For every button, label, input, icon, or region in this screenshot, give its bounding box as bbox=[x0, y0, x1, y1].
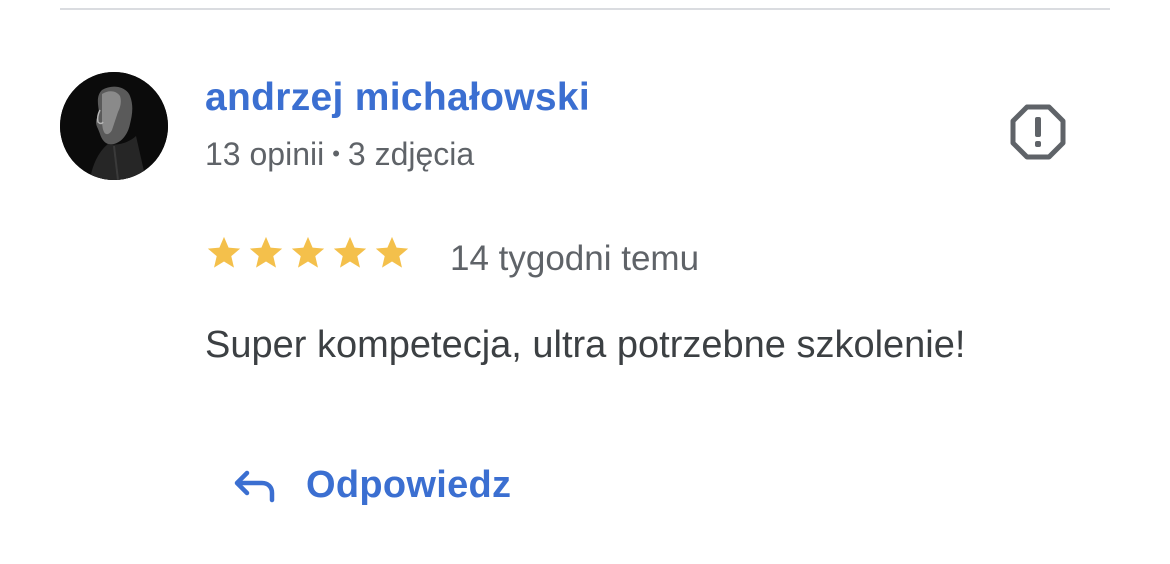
review-card: andrzej michałowski 13 opinii • 3 zdjęcia … bbox=[0, 0, 1170, 564]
reviews-count: 13 opinii bbox=[205, 136, 325, 172]
star-icon bbox=[207, 236, 241, 268]
avatar[interactable] bbox=[60, 72, 168, 180]
star-rating bbox=[205, 234, 411, 272]
star-icon bbox=[291, 236, 325, 268]
review-time: 14 tygodni temu bbox=[450, 239, 700, 278]
star-icon bbox=[249, 236, 283, 268]
meta-separator: • bbox=[332, 141, 340, 166]
star-icon bbox=[375, 236, 409, 268]
reply-arrow-icon bbox=[234, 470, 275, 503]
star-icon bbox=[333, 236, 367, 268]
report-review-button[interactable] bbox=[1008, 102, 1068, 162]
reply-button[interactable]: Odpowiedz bbox=[228, 455, 511, 515]
author-name[interactable]: andrzej michałowski bbox=[205, 76, 590, 120]
review-text: Super kompetecja, ultra potrzebne szkole… bbox=[205, 324, 966, 366]
author-stats: 13 opinii • 3 zdjęcia bbox=[205, 136, 474, 173]
avatar-portrait-image bbox=[60, 72, 168, 180]
photos-count: 3 zdjęcia bbox=[347, 136, 475, 172]
top-divider bbox=[60, 8, 1110, 10]
reply-label: Odpowiedz bbox=[306, 463, 512, 506]
report-flag-octagon-icon bbox=[1010, 104, 1066, 160]
